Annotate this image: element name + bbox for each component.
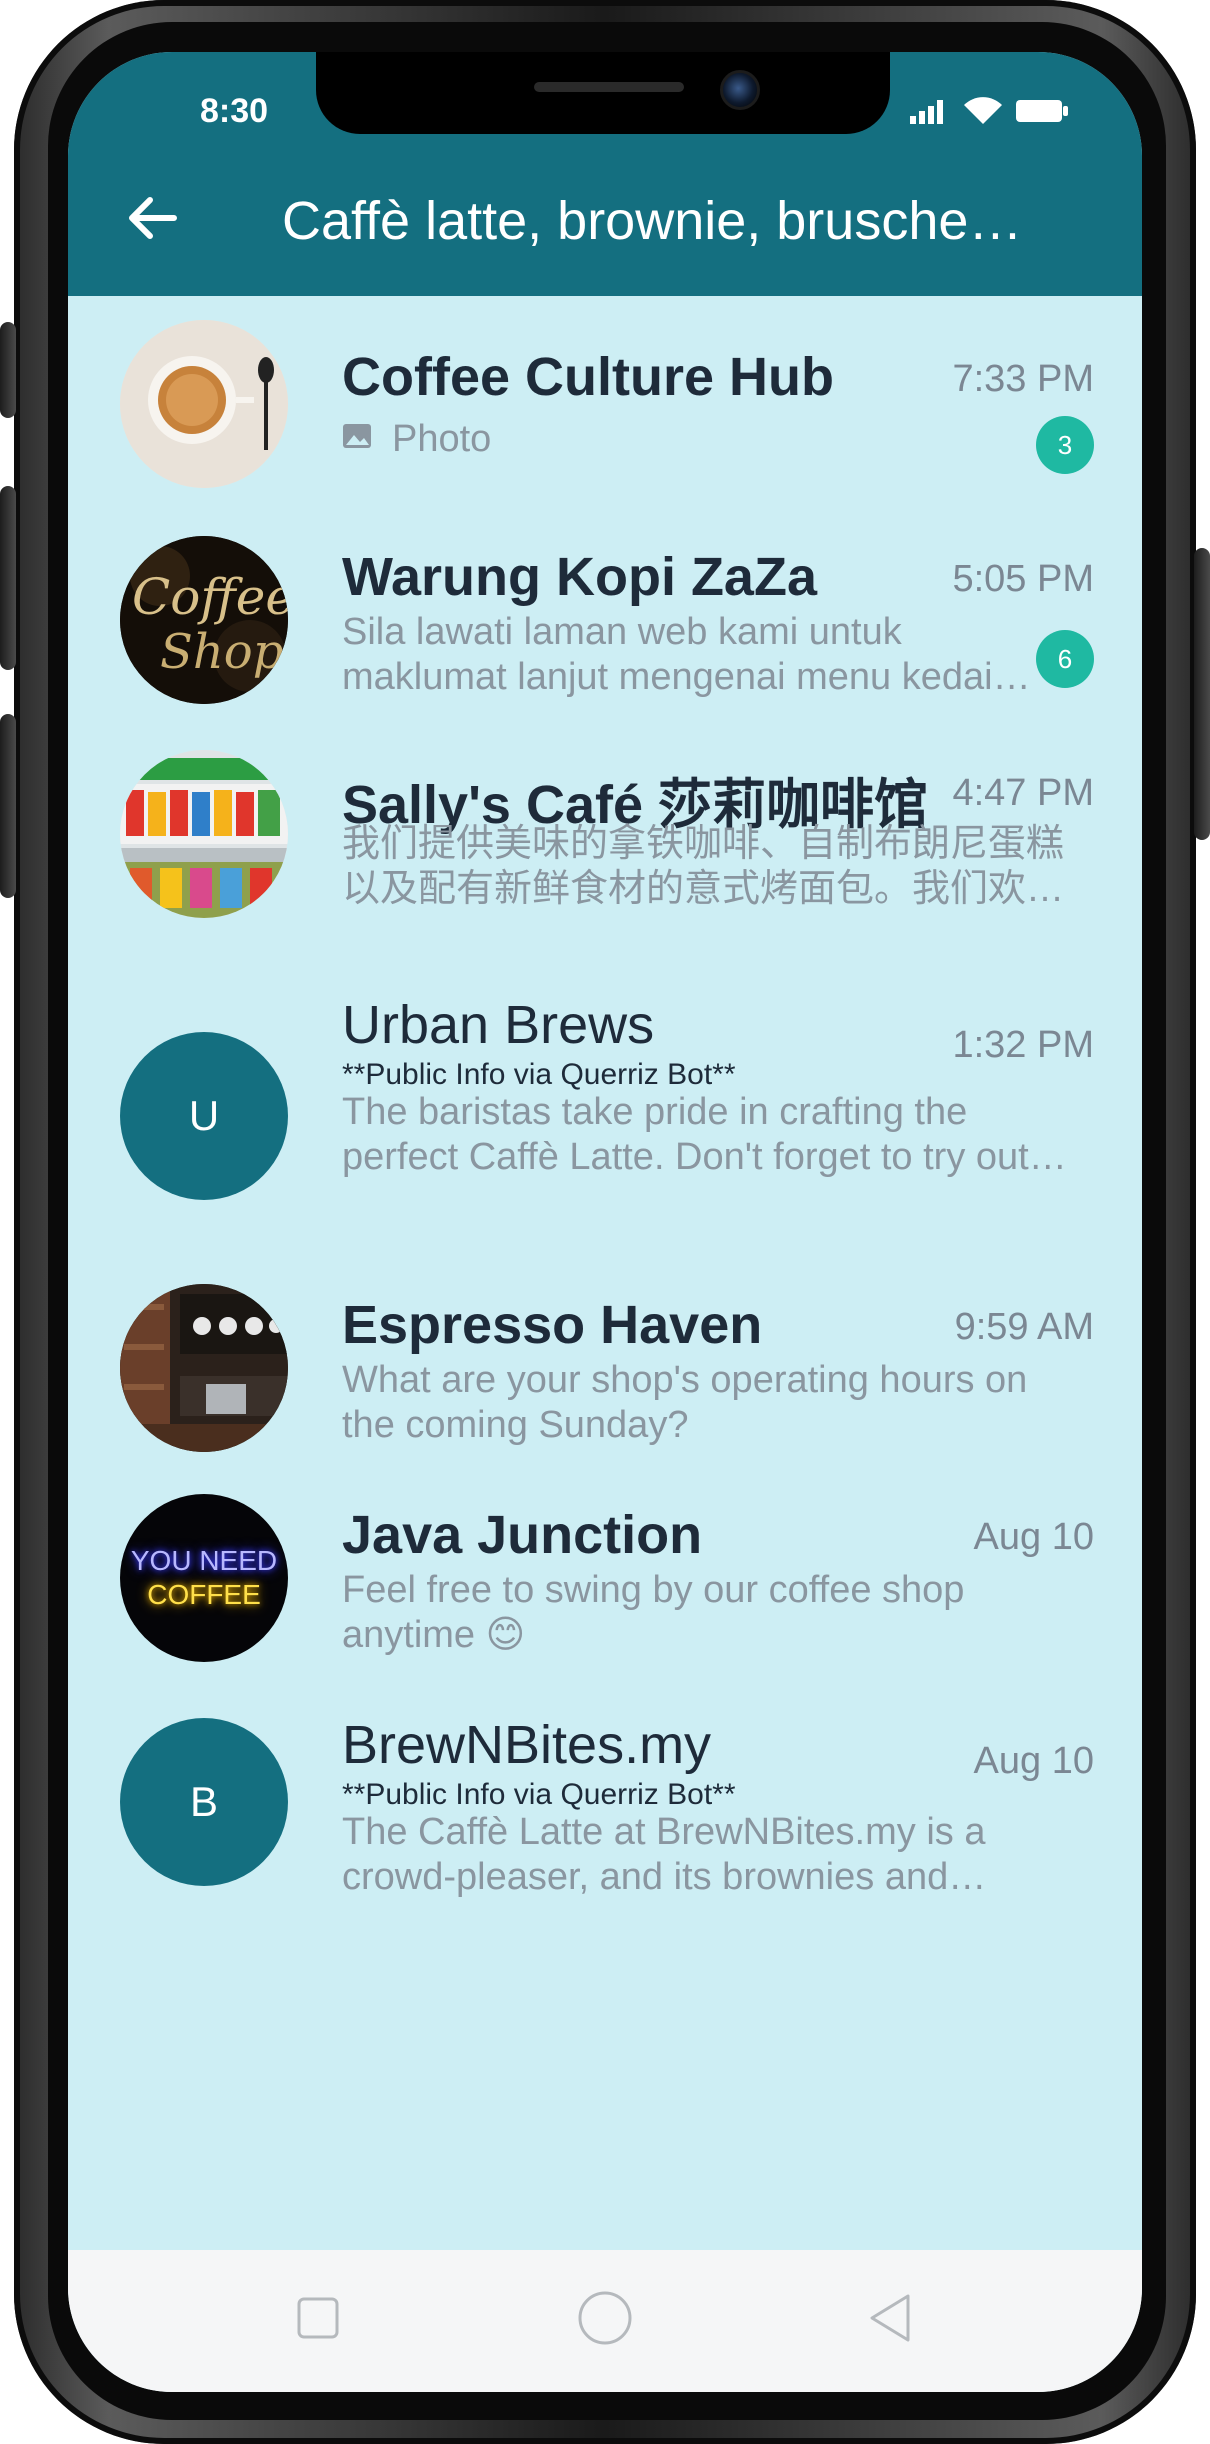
chat-name: BrewNBites.my [342, 1715, 712, 1775]
back-button[interactable] [120, 188, 184, 252]
chat-row-urban-brews[interactable]: U Urban Brews 1:32 PM **Public Info via … [68, 948, 1142, 1200]
chat-note: **Public Info via Querriz Bot** [342, 1058, 736, 1091]
side-button-volume-down [0, 714, 16, 898]
chat-name: Java Junction [342, 1505, 703, 1565]
chat-note: **Public Info via Querriz Bot** [342, 1778, 736, 1811]
triangle-back-icon [866, 2292, 914, 2349]
chat-preview: Photo [342, 418, 491, 461]
app-bar: Caffè latte, brownie, brusche… [68, 144, 1142, 296]
chat-time: Aug 10 [973, 1516, 1094, 1558]
chat-time: 4:47 PM [952, 772, 1094, 814]
chat-row-java-junction[interactable]: YOU NEED COFFEE Java Junction Aug 10 Fee… [68, 1386, 1142, 1662]
chat-name: Coffee Culture Hub [342, 347, 834, 407]
chat-time: 9:59 AM [954, 1306, 1094, 1348]
chat-preview: Sila lawati laman web kami untuk makluma… [342, 611, 993, 698]
status-bar: 8:30 [68, 52, 1142, 144]
chat-preview: The Caffè Latte at BrewNBites.my is a cr… [342, 1811, 986, 1898]
speaker-grille [534, 82, 684, 92]
system-nav-bar [68, 2250, 1142, 2392]
wifi-icon [962, 96, 1004, 131]
recents-button[interactable] [288, 2290, 348, 2350]
avatar-shelf-products [120, 750, 288, 918]
chat-row-espresso-haven[interactable]: Espresso Haven 9:59 AM What are your sho… [68, 1176, 1142, 1452]
chat-preview: The baristas take pride in crafting the … [342, 1091, 1029, 1178]
chat-name: Warung Kopi ZaZa [342, 547, 817, 607]
chat-time: 7:33 PM [952, 358, 1094, 400]
chat-row-warung-kopi-zaza[interactable]: Coffee Shop Warung Kopi ZaZa 5:05 PM Sil… [68, 508, 1142, 720]
chat-time: 5:05 PM [952, 558, 1094, 600]
chat-time: Aug 10 [973, 1740, 1094, 1782]
avatar: B [120, 1718, 288, 1886]
neon-text-line-1: YOU NEED [130, 1545, 278, 1576]
status-time: 8:30 [200, 92, 269, 130]
square-recents-icon [296, 2296, 340, 2345]
arrow-left-icon [126, 192, 178, 249]
battery-icon [1016, 99, 1068, 128]
image-icon [342, 418, 372, 461]
signal-icon [910, 98, 950, 129]
unread-badge: 6 [1036, 630, 1094, 688]
avatar-latte-cup [120, 320, 288, 488]
screen: 8:30 Caffè latte, brownie, brusche… Coff… [68, 52, 1142, 2392]
side-button-power [1194, 548, 1210, 840]
circle-home-icon [577, 2290, 633, 2351]
side-button-volume-up [0, 486, 16, 670]
side-button-mute [0, 322, 16, 418]
preview-text: Photo [392, 418, 492, 460]
chat-row-brewnbites[interactable]: B BrewNBites.my Aug 10 **Public Info via… [68, 1596, 1142, 1898]
avatar: U [120, 1032, 288, 1200]
svg-text:Shop: Shop [160, 624, 283, 680]
avatar-coffee-shop-sign: Coffee Shop [120, 536, 288, 704]
status-icons [910, 96, 1068, 131]
chat-row-sallys-cafe[interactable]: Sally's Café 莎莉咖啡馆 4:47 PM 我们提供美味的拿铁咖啡、自… [68, 720, 1142, 948]
home-button[interactable] [575, 2290, 635, 2350]
page-title: Caffè latte, brownie, brusche… [282, 191, 1023, 251]
unread-badge: 3 [1036, 416, 1094, 474]
notch [316, 52, 890, 134]
chat-row-coffee-culture-hub[interactable]: Coffee Culture Hub 7:33 PM Photo 3 [68, 296, 1142, 508]
chat-preview: 我们提供美味的拿铁咖啡、自制布朗尼蛋糕以及配有新鲜食材的意式烤面包。我们欢迎您光… [342, 823, 1065, 910]
back-nav-button[interactable] [860, 2290, 920, 2350]
chat-name: Espresso Haven [342, 1295, 763, 1355]
chat-name: Urban Brews [342, 995, 655, 1055]
front-camera [720, 70, 760, 110]
svg-text:Coffee: Coffee [132, 568, 288, 626]
chat-time: 1:32 PM [952, 1024, 1094, 1066]
